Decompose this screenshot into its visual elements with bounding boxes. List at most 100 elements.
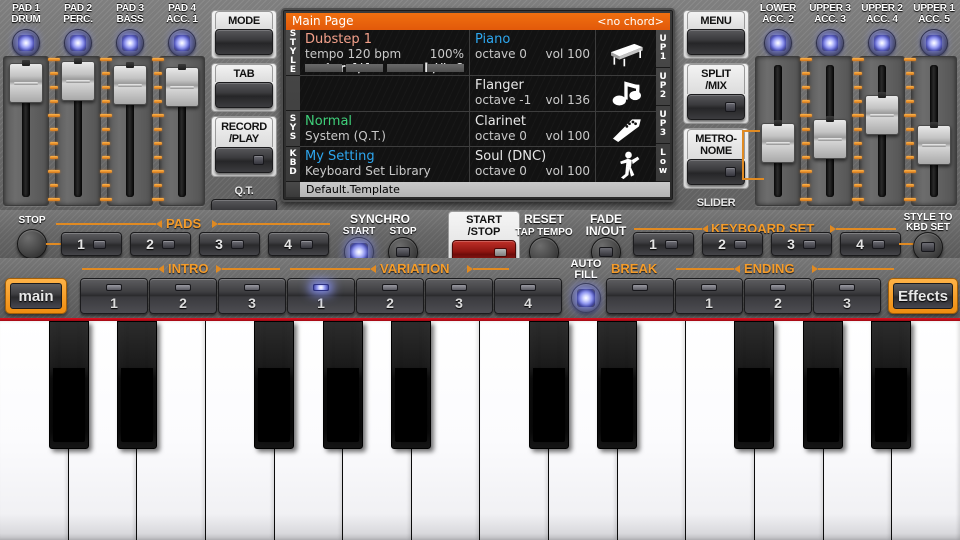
white-key[interactable] xyxy=(137,321,206,540)
pad-button-1[interactable]: 1 xyxy=(61,232,122,256)
track-select-knob-upper3[interactable] xyxy=(816,29,844,57)
auto-fill-button[interactable] xyxy=(571,283,601,313)
ending-button-1[interactable]: 1 xyxy=(675,278,743,314)
track-select-knob-lower[interactable] xyxy=(764,29,792,57)
lcd-sound-params-up1: octave 0 vol 100 xyxy=(475,47,590,61)
pad-button-1-led xyxy=(93,240,106,249)
track-select-knob-pad2[interactable] xyxy=(64,29,92,57)
white-key[interactable] xyxy=(0,321,69,540)
lcd-kbd-cell[interactable]: My Setting Keyboard Set Library xyxy=(300,147,470,182)
pads-label: PADS xyxy=(166,216,201,231)
lcd-sound-cell-up2[interactable]: Flanger octave -1 vol 136 xyxy=(470,76,596,111)
ending-button-2[interactable]: 2 xyxy=(744,278,812,314)
lcd-sound-params-up2: octave -1 vol 136 xyxy=(475,93,590,107)
keyboard-set-button-1[interactable]: 1 xyxy=(633,232,694,256)
track-label-line1: PAD 3 xyxy=(104,3,156,14)
fader-tick xyxy=(102,184,110,187)
variation-button-4[interactable]: 4 xyxy=(494,278,562,314)
fader-track-upper2[interactable] xyxy=(859,56,905,206)
fader-track-lower[interactable] xyxy=(755,56,801,206)
split-mix-led xyxy=(725,102,736,112)
lcd-screen[interactable]: Main Page <no chord> STYLE SYS KBD xyxy=(286,13,670,197)
variation-button-2[interactable]: 2 xyxy=(356,278,424,314)
break-button[interactable] xyxy=(606,278,674,314)
intro-button-3[interactable]: 3 xyxy=(218,278,286,314)
variation-button-1[interactable]: 1 xyxy=(287,278,355,314)
variation-button-3[interactable]: 3 xyxy=(425,278,493,314)
keyboard-set-button-1-label: 1 xyxy=(649,236,657,252)
keyboard-set-button-2-led xyxy=(734,240,747,249)
intro-button-1[interactable]: 1 xyxy=(80,278,148,314)
fader-handle-pad2[interactable] xyxy=(61,61,95,101)
metronome-button[interactable] xyxy=(687,159,745,185)
lcd-row-kbd[interactable]: My Setting Keyboard Set Library Soul (DN… xyxy=(300,147,656,182)
white-key[interactable] xyxy=(618,321,687,540)
effects-button[interactable]: Effects xyxy=(888,278,958,314)
track-select-knob-pad4[interactable] xyxy=(168,29,196,57)
white-key[interactable] xyxy=(343,321,412,540)
track-select-knob-pad1[interactable] xyxy=(12,29,40,57)
fader-handle-upper1[interactable] xyxy=(917,125,951,165)
intro-button-2[interactable]: 2 xyxy=(149,278,217,314)
fader-handle-pad4[interactable] xyxy=(165,67,199,107)
keyboard-set-button-3-label: 3 xyxy=(787,236,795,252)
white-key[interactable] xyxy=(549,321,618,540)
stop-button[interactable] xyxy=(17,229,47,259)
tab-button[interactable] xyxy=(215,82,273,108)
white-key[interactable] xyxy=(480,321,549,540)
fader-handle-upper2[interactable] xyxy=(865,95,899,135)
ending-button-3[interactable]: 3 xyxy=(813,278,881,314)
pad-button-4[interactable]: 4 xyxy=(268,232,329,256)
main-button[interactable]: main xyxy=(5,278,67,314)
white-key[interactable] xyxy=(275,321,344,540)
track-select-knob-upper1[interactable] xyxy=(920,29,948,57)
split-mix-button[interactable] xyxy=(687,94,745,120)
fader-track-pad2[interactable] xyxy=(55,56,101,206)
keyboard-set-button-2[interactable]: 2 xyxy=(702,232,763,256)
lcd-sound-cell-low[interactable]: Soul (DNC) octave 0 vol 100 xyxy=(470,147,596,182)
keyboard-set-button-4[interactable]: 4 xyxy=(840,232,901,256)
white-key[interactable] xyxy=(824,321,893,540)
lcd-sys-cell[interactable]: Normal System (Q.T.) xyxy=(300,112,470,147)
lcd-row-style[interactable]: Dubstep 1 tempo 120 bpm 100% meter 4/4 b… xyxy=(300,30,656,76)
fader-handle-lower[interactable] xyxy=(761,123,795,163)
fader-track-upper3[interactable] xyxy=(807,56,853,206)
pad-button-3[interactable]: 3 xyxy=(199,232,260,256)
lcd-style-cell[interactable]: Dubstep 1 tempo 120 bpm 100% meter 4/4 b… xyxy=(300,30,470,75)
white-key[interactable] xyxy=(755,321,824,540)
mode-button[interactable] xyxy=(215,29,273,55)
fader-track-pad1[interactable] xyxy=(3,56,49,206)
track-select-knob-upper2[interactable] xyxy=(868,29,896,57)
lcd-sound-cell-up1[interactable]: Piano octave 0 vol 100 xyxy=(470,30,596,75)
fader-handle-pad3[interactable] xyxy=(113,65,147,105)
pad-button-2[interactable]: 2 xyxy=(130,232,191,256)
piano-keyboard[interactable] xyxy=(0,318,960,540)
fader-handle-upper3[interactable] xyxy=(813,119,847,159)
white-key[interactable] xyxy=(686,321,755,540)
fader-tick-rail xyxy=(851,58,865,206)
fader-track-pad3[interactable] xyxy=(107,56,153,206)
lcd-sound-cell-up3[interactable]: Clarinet octave 0 vol 100 xyxy=(470,112,596,147)
white-key[interactable] xyxy=(206,321,275,540)
keyboard-set-button-1-led xyxy=(665,240,678,249)
fader-tick xyxy=(152,114,164,117)
white-key[interactable] xyxy=(412,321,481,540)
slider-mode-wire-horizontal xyxy=(742,178,764,180)
fader-track-pad4[interactable] xyxy=(159,56,205,206)
fader-handle-pad1[interactable] xyxy=(9,63,43,103)
track-label-line1: UPPER 2 xyxy=(856,3,908,14)
track-select-knob-pad3[interactable] xyxy=(116,29,144,57)
white-key[interactable] xyxy=(892,321,960,540)
ending-label: ENDING xyxy=(744,261,795,276)
lcd-row-sys[interactable]: Normal System (Q.T.) Clarinet octave 0 v… xyxy=(300,112,656,148)
ending-button-3-label: 3 xyxy=(843,295,851,311)
fader-tick xyxy=(154,100,162,103)
lcd-display[interactable]: Main Page <no chord> STYLE SYS KBD xyxy=(281,8,675,202)
white-key[interactable] xyxy=(69,321,138,540)
keyboard-set-button-3[interactable]: 3 xyxy=(771,232,832,256)
record-play-button[interactable] xyxy=(215,147,273,173)
menu-button[interactable] xyxy=(687,29,745,55)
lcd-row-up2[interactable]: Flanger octave -1 vol 136 xyxy=(300,76,656,112)
fader-track-upper1[interactable] xyxy=(911,56,957,206)
top-panel: PAD 1 DRUM PAD 2 PERC. PAD 3 BASS PAD 4 … xyxy=(0,0,960,210)
